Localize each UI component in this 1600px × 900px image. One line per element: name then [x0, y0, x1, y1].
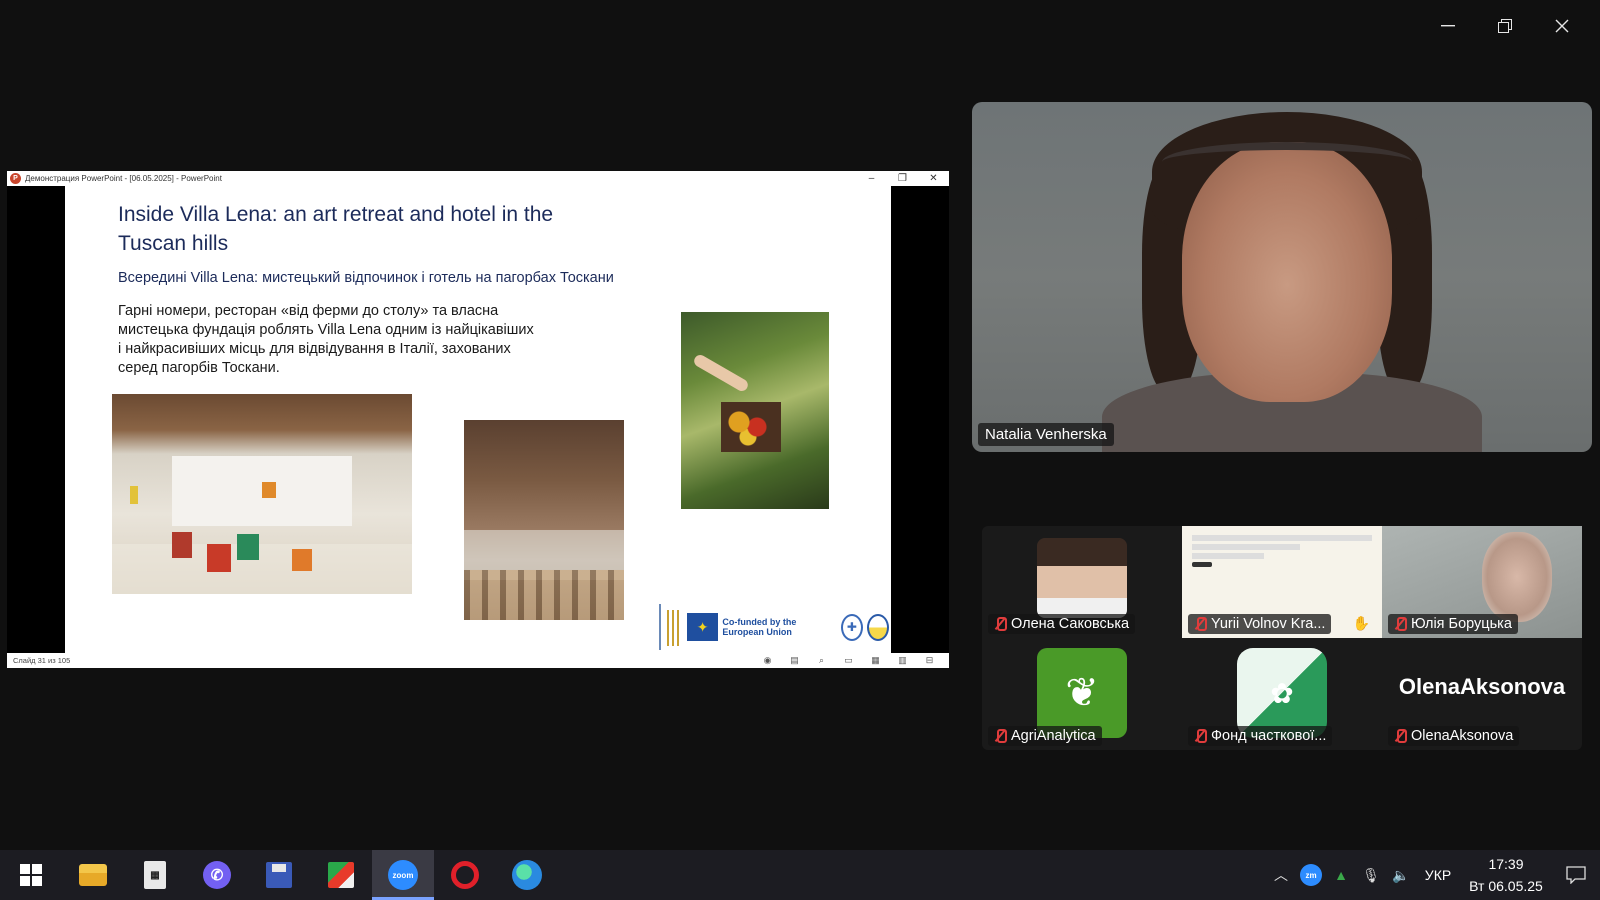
- participant-tile[interactable]: OlenaAksonova OlenaAksonova: [1382, 638, 1582, 750]
- mic-muted-icon: [994, 729, 1007, 743]
- taskbar-file-explorer[interactable]: [62, 850, 124, 900]
- slideshow-icon[interactable]: ⊟: [916, 655, 943, 666]
- mic-muted-icon: [1394, 617, 1407, 631]
- edge-icon: [512, 860, 542, 890]
- participant-name-tag: AgriAnalytica: [988, 726, 1102, 746]
- participant-name-tag: Олена Саковська: [988, 614, 1136, 634]
- slide-body: Гарні номери, ресторан «від ферми до сто…: [118, 303, 534, 376]
- taskbar-calculator[interactable]: ▦: [124, 850, 186, 900]
- agrianalytica-logo-icon: ❦: [1037, 648, 1127, 738]
- mic-muted-icon: [1194, 617, 1207, 631]
- viber-icon: ✆: [203, 861, 231, 889]
- opera-icon: [451, 861, 479, 889]
- window-controls: [1419, 8, 1590, 44]
- powerpoint-status-bar: Слайд 31 из 105 ◉ ▤ ⌕ ▭ ▦ ▥ ⊟: [7, 653, 949, 668]
- slide-sorter-icon[interactable]: ▦: [862, 655, 889, 666]
- clock-date: Вт 06.05.25: [1469, 878, 1543, 894]
- taskbar-edge[interactable]: [496, 850, 558, 900]
- slide-subtitle: Всередині Villa Lena: мистецький відпочи…: [118, 270, 614, 286]
- reading-view-icon[interactable]: ▥: [889, 655, 916, 666]
- slide: Inside Villa Lena: an art retreat and ho…: [65, 186, 891, 653]
- chevron-up-icon[interactable]: ︿: [1266, 865, 1296, 885]
- zoom-icon: zoom: [388, 860, 418, 890]
- participant-tile[interactable]: ❦ AgriAnalytica: [982, 638, 1182, 750]
- clock-time: 17:39: [1488, 856, 1524, 872]
- avatar: [1037, 538, 1127, 618]
- shared-document-thumbnail: [1192, 532, 1372, 596]
- pp-minimize-icon[interactable]: –: [856, 173, 887, 184]
- minimize-icon[interactable]: [1419, 8, 1476, 44]
- windows-taskbar: ▦ ✆ zoom ︿ zm ▲ 🎙 🔈 УКР 17:39 Вт 06.05.2…: [0, 850, 1600, 900]
- clock[interactable]: 17:39 Вт 06.05.25: [1460, 853, 1552, 897]
- garden-harvest-photo: [681, 312, 829, 509]
- slide-title: Inside Villa Lena: an art retreat and ho…: [118, 203, 554, 255]
- pdf-icon: [328, 862, 354, 888]
- powerpoint-titlebar: P Демонстрация PowerPoint - [06.05.2025]…: [7, 171, 949, 186]
- save-icon: [266, 862, 292, 888]
- participant-name: AgriAnalytica: [1011, 728, 1096, 744]
- participant-display-name: OlenaAksonova: [1398, 674, 1566, 699]
- taskbar-viber[interactable]: ✆: [186, 850, 248, 900]
- active-speaker-video[interactable]: Natalia Venherska: [972, 102, 1592, 452]
- slide-area: Inside Villa Lena: an art retreat and ho…: [7, 186, 949, 653]
- participant-tile[interactable]: ✋ Yurii Volnov Kra...: [1182, 526, 1382, 638]
- dining-table-photo: [464, 420, 624, 620]
- co-funded-text: Co-funded by the European Union: [722, 617, 797, 637]
- notes-icon[interactable]: ▤: [781, 655, 808, 666]
- participant-tile[interactable]: ✿ Фонд часткової...: [1182, 638, 1382, 750]
- participant-video: [1482, 532, 1552, 622]
- calculator-icon: ▦: [144, 861, 166, 889]
- volume-icon[interactable]: 🔈: [1386, 867, 1416, 884]
- participant-name: Олена Саковська: [1011, 616, 1130, 632]
- partner-logo-icon: ✚: [840, 613, 863, 641]
- system-tray: ︿ zm ▲ 🎙 🔈 УКР 17:39 Вт 06.05.25: [1266, 850, 1600, 900]
- start-button[interactable]: [0, 850, 62, 900]
- funding-logos: ✦ Co-funded by the European Union ✚: [659, 602, 889, 652]
- accessibility-icon[interactable]: ◉: [754, 655, 781, 666]
- close-icon[interactable]: [1533, 8, 1590, 44]
- powerpoint-icon: P: [10, 173, 21, 184]
- participant-name-tag: OlenaAksonova: [1388, 726, 1520, 746]
- participant-gallery: Олена Саковська ✋ Yurii Volnov Kra... Юл…: [982, 526, 1582, 750]
- eu-flag-icon: ✦: [686, 613, 719, 641]
- participant-tile[interactable]: Юлія Боруцька: [1382, 526, 1582, 638]
- powerpoint-title: Демонстрация PowerPoint - [06.05.2025] -…: [25, 174, 222, 183]
- restore-icon[interactable]: [1476, 8, 1533, 44]
- notifications-icon[interactable]: [1552, 866, 1600, 884]
- google-drive-icon[interactable]: ▲: [1326, 867, 1356, 883]
- participant-name: Юлія Боруцька: [1411, 616, 1512, 632]
- mic-muted-icon: [1394, 729, 1407, 743]
- participant-name: OlenaAksonova: [1411, 728, 1514, 744]
- mic-muted-icon: [1194, 729, 1207, 743]
- pp-restore-icon[interactable]: ❐: [887, 173, 918, 184]
- participant-name-tag: Фонд часткової...: [1188, 726, 1333, 746]
- keyboard-language[interactable]: УКР: [1416, 867, 1460, 883]
- zoom-tray-icon[interactable]: zm: [1300, 864, 1322, 886]
- foundation-logo-icon: ✿: [1237, 648, 1327, 738]
- normal-view-icon[interactable]: ▭: [835, 655, 862, 666]
- taskbar-pdf-app[interactable]: [310, 850, 372, 900]
- newagro-logo: [659, 604, 683, 650]
- start-icon: [20, 864, 42, 886]
- speaker-name-tag: Natalia Venherska: [978, 423, 1114, 446]
- microphone-icon[interactable]: 🎙: [1356, 867, 1386, 884]
- participant-name-tag: Yurii Volnov Kra...: [1188, 614, 1332, 634]
- mic-muted-icon: [994, 617, 1007, 631]
- participant-name-tag: Юлія Боруцька: [1388, 614, 1518, 634]
- participant-name: Yurii Volnov Kra...: [1211, 616, 1326, 632]
- zoom-slide-icon[interactable]: ⌕: [808, 655, 835, 666]
- file-explorer-icon: [79, 864, 107, 886]
- shared-screen: P Демонстрация PowerPoint - [06.05.2025]…: [7, 171, 949, 668]
- participant-tile[interactable]: Олена Саковська: [982, 526, 1182, 638]
- ukraine-partner-logo-icon: [866, 613, 889, 641]
- taskbar-save-app[interactable]: [248, 850, 310, 900]
- participant-name: Фонд часткової...: [1211, 728, 1327, 744]
- art-studio-photo: [112, 394, 412, 594]
- taskbar-zoom[interactable]: zoom: [372, 850, 434, 900]
- slide-counter: Слайд 31 из 105: [13, 656, 71, 665]
- pp-close-icon[interactable]: ✕: [918, 173, 949, 184]
- zoom-meeting-screen: P Демонстрация PowerPoint - [06.05.2025]…: [0, 0, 1600, 900]
- taskbar-opera[interactable]: [434, 850, 496, 900]
- hand-emoji-icon: ✋: [1352, 615, 1370, 631]
